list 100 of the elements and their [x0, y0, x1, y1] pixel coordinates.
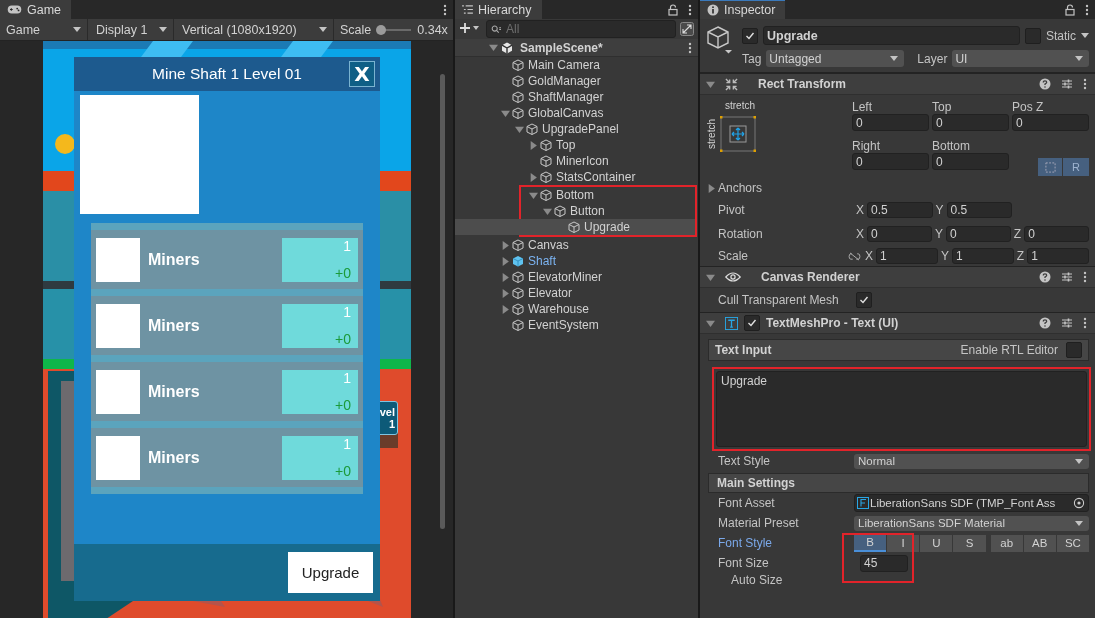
number-field[interactable]: 1	[1027, 248, 1089, 264]
hierarchy-item[interactable]: Main Camera	[455, 57, 698, 73]
unlinked-icon[interactable]	[848, 251, 861, 261]
more-options-icon[interactable]	[1083, 317, 1087, 329]
help-icon[interactable]	[1039, 317, 1051, 329]
main-settings-header: Main Settings	[708, 473, 1089, 493]
hierarchy-item[interactable]: Elevator	[455, 285, 698, 301]
expanded-arrow-icon[interactable]	[706, 79, 715, 89]
scene-view-icon[interactable]	[680, 22, 694, 36]
enabled-checkbox[interactable]	[744, 315, 760, 331]
hierarchy-item[interactable]: Top	[455, 137, 698, 153]
help-icon[interactable]	[1039, 78, 1051, 90]
expanded-arrow-icon[interactable]	[543, 206, 552, 216]
more-options-icon[interactable]	[1085, 3, 1089, 16]
slider-thumb[interactable]	[375, 24, 386, 35]
hierarchy-item[interactable]: ShaftManager	[455, 89, 698, 105]
static-checkbox[interactable]	[1025, 27, 1041, 44]
expanded-arrow-icon[interactable]	[515, 124, 524, 134]
collapsed-arrow-icon[interactable]	[501, 256, 510, 266]
font-style-button[interactable]: S	[953, 534, 986, 552]
collapsed-arrow-icon[interactable]	[529, 140, 538, 150]
presets-icon[interactable]	[1061, 317, 1073, 329]
hierarchy-item[interactable]: Upgrade	[455, 219, 695, 235]
number-field[interactable]: 0	[1024, 226, 1089, 242]
collapsed-arrow-icon[interactable]	[501, 288, 510, 298]
font-size-field[interactable]: 45	[860, 554, 908, 572]
hierarchy-item[interactable]: GoldManager	[455, 73, 698, 89]
number-field[interactable]: 0	[932, 114, 1009, 131]
presets-icon[interactable]	[1061, 271, 1073, 283]
layer-dropdown[interactable]: UI	[952, 50, 1089, 67]
hierarchy-item[interactable]: EventSystem	[455, 317, 698, 333]
number-field[interactable]: 0	[1012, 114, 1089, 131]
material-preset-dropdown[interactable]: LiberationSans SDF Material	[854, 515, 1089, 531]
search-field[interactable]: All	[486, 20, 676, 38]
number-field[interactable]: 0.5	[946, 202, 1012, 218]
number-field[interactable]: 1	[951, 248, 1014, 264]
hierarchy-item[interactable]: GlobalCanvas	[455, 105, 698, 121]
hierarchy-item[interactable]: ElevatorMiner	[455, 269, 698, 285]
component-header[interactable]: Canvas Renderer	[700, 266, 1095, 288]
collapsed-arrow-icon[interactable]	[501, 240, 510, 250]
hierarchy-item[interactable]: MinerIcon	[455, 153, 698, 169]
hierarchy-item[interactable]: Button	[455, 203, 695, 219]
expanded-arrow-icon[interactable]	[706, 318, 715, 328]
anchors-label[interactable]: Anchors	[718, 181, 763, 195]
scene-header[interactable]: SampleScene*	[455, 39, 698, 57]
font-style-button[interactable]: AB	[1023, 534, 1056, 552]
component-header[interactable]: TextMeshPro - Text (UI)	[700, 312, 1095, 334]
font-asset-field[interactable]: LiberationSans SDF (TMP_Font Ass	[854, 494, 1089, 512]
rtl-label: Enable RTL Editor	[960, 343, 1058, 357]
number-field[interactable]: 0	[867, 226, 932, 242]
hierarchy-item[interactable]: Warehouse	[455, 301, 698, 317]
active-checkbox[interactable]	[742, 27, 758, 44]
collapsed-arrow-icon[interactable]	[501, 272, 510, 282]
cull-checkbox[interactable]	[856, 292, 872, 308]
number-field[interactable]: 0	[852, 114, 929, 131]
add-button[interactable]	[460, 22, 482, 36]
upgrade-button[interactable]: Upgrade	[288, 552, 373, 593]
more-options-icon[interactable]	[688, 41, 692, 54]
expanded-arrow-icon[interactable]	[489, 43, 498, 52]
expanded-arrow-icon[interactable]	[706, 272, 715, 282]
collapsed-arrow-icon[interactable]	[529, 172, 538, 182]
number-field[interactable]: 1	[876, 248, 938, 264]
number-field[interactable]: 0.5	[867, 202, 933, 218]
more-options-icon[interactable]	[1083, 271, 1087, 283]
game-object-icon[interactable]	[706, 26, 734, 54]
rtl-checkbox[interactable]	[1066, 342, 1082, 358]
presets-icon[interactable]	[1061, 78, 1073, 90]
lock-icon[interactable]	[668, 3, 678, 16]
font-style-button[interactable]: U	[920, 534, 953, 552]
help-icon[interactable]	[1039, 271, 1051, 283]
hierarchy-item[interactable]: Canvas	[455, 237, 698, 253]
number-field[interactable]: 0	[945, 226, 1011, 242]
anchor-preset-icon[interactable]	[720, 116, 756, 152]
hierarchy-item[interactable]: StatsContainer	[455, 169, 698, 185]
component-header[interactable]: Rect Transform	[700, 73, 1095, 95]
text-input-field[interactable]: Upgrade	[716, 371, 1087, 447]
hierarchy-tab[interactable]: Hierarchy	[455, 0, 542, 19]
tag-dropdown[interactable]: Untagged	[766, 50, 905, 67]
number-field[interactable]: 0	[852, 153, 929, 170]
scrollbar[interactable]	[440, 74, 445, 529]
more-options-icon[interactable]	[1083, 78, 1087, 90]
close-button[interactable]: X	[349, 61, 375, 87]
more-options-icon[interactable]	[443, 3, 447, 16]
expanded-arrow-icon[interactable]	[529, 190, 538, 200]
font-style-button[interactable]: ab	[990, 534, 1023, 552]
game-tab[interactable]: Game	[0, 0, 72, 19]
hierarchy-item[interactable]: Shaft	[455, 253, 698, 269]
lock-icon[interactable]	[1065, 3, 1075, 16]
hierarchy-item[interactable]: UpgradePanel	[455, 121, 698, 137]
more-options-icon[interactable]	[688, 3, 692, 16]
font-style-button[interactable]: SC	[1056, 534, 1089, 552]
number-field[interactable]: 0	[932, 153, 1009, 170]
text-style-dropdown[interactable]: Normal	[854, 453, 1089, 469]
object-picker-icon[interactable]	[1073, 497, 1085, 509]
expanded-arrow-icon[interactable]	[501, 108, 510, 118]
object-name-field[interactable]: Upgrade	[763, 26, 1020, 45]
hierarchy-item[interactable]: Bottom	[455, 187, 695, 203]
collapsed-arrow-icon[interactable]	[707, 183, 716, 193]
inspector-tab[interactable]: Inspector	[700, 0, 786, 19]
collapsed-arrow-icon[interactable]	[501, 304, 510, 314]
